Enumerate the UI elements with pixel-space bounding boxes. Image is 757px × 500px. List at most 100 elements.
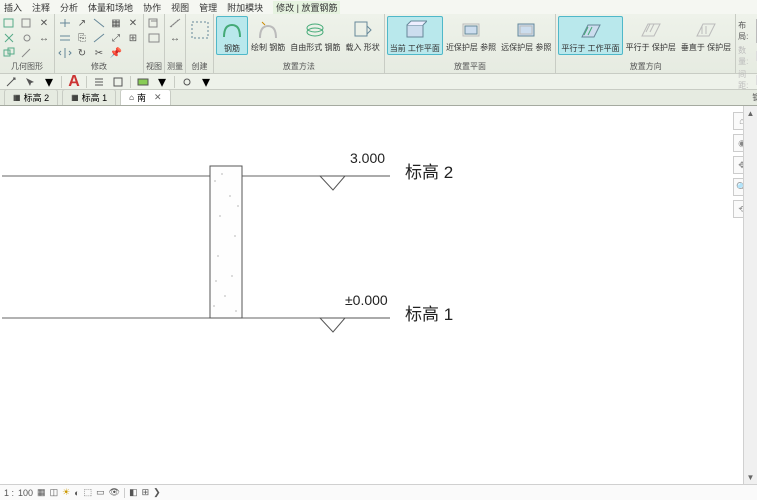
scale-tool-icon[interactable]: ⤢ xyxy=(108,31,124,45)
tab-level1[interactable]: ▦ 标高 1 xyxy=(62,89,116,105)
menu-view[interactable]: 视图 xyxy=(171,1,189,14)
level2-elevation: 3.000 xyxy=(350,150,385,166)
demolish-button[interactable]: ✕ xyxy=(36,16,52,30)
crop-region-icon[interactable]: ▭ xyxy=(96,487,105,498)
move-tool-icon[interactable]: ↗ xyxy=(74,16,90,30)
section-icon[interactable] xyxy=(146,31,162,45)
trim-tool-icon[interactable] xyxy=(91,16,107,30)
panel-place-orient: 平行于 工作平面 平行于 保护层 垂直于 保护层 放置方向 xyxy=(556,14,736,73)
tab-level2[interactable]: ▦ 标高 2 xyxy=(4,89,58,105)
menu-analyze[interactable]: 分析 xyxy=(60,1,78,14)
split-face-button[interactable] xyxy=(19,31,35,45)
level1-name[interactable]: 标高 1 xyxy=(405,300,453,325)
opt-isolate-icon[interactable]: ▾ xyxy=(198,75,214,89)
mirror-tool-icon[interactable] xyxy=(57,46,73,60)
detail-level-icon[interactable]: ▦ xyxy=(37,487,46,498)
scroll-track[interactable] xyxy=(744,120,757,470)
status-bar: 1 : 100 ▦ ◫ ☀ ◐ ⬚ ▭ 👁 ◧ ⊞ ❯ xyxy=(0,484,757,500)
drawing-canvas[interactable]: 3.000 标高 2 ±0.000 标高 1 ⌂ ◉ ✥ 🔍 ⟲ xyxy=(0,106,757,500)
panel-title-place-method: 放置方法 xyxy=(283,60,315,73)
freeform-rebar-icon xyxy=(302,17,328,43)
sketch-rebar-button[interactable]: 绘制 钢筋 xyxy=(249,16,287,53)
reveal-icon[interactable]: ◧ xyxy=(129,487,138,498)
constraints-icon[interactable]: ⊞ xyxy=(142,487,150,498)
rotate-tool-icon[interactable]: ↻ xyxy=(74,46,90,60)
view-3d-icon[interactable] xyxy=(146,16,162,30)
menu-manage[interactable]: 管理 xyxy=(199,1,217,14)
opt-select-icon[interactable] xyxy=(22,75,38,89)
opt-deactivate-icon[interactable]: ▾ xyxy=(154,75,170,89)
group-tool-icon[interactable]: ⊞ xyxy=(125,31,141,45)
menu-bar: 插入 注释 分析 体量和场地 协作 视图 管理 附加模块 修改 | 放置钢筋 xyxy=(0,0,757,14)
join-button[interactable] xyxy=(2,46,18,60)
pin-tool-icon[interactable]: 📌 xyxy=(108,46,124,60)
scale-value[interactable]: 100 xyxy=(18,488,33,498)
array-tool-icon[interactable]: ▦ xyxy=(108,16,124,30)
freeform-rebar-button[interactable]: 自由形式 钢筋 xyxy=(288,16,342,53)
panel-place-plane: 当前 工作平面 近保护层 参照 远保护层 参照 放置平面 xyxy=(385,14,557,73)
opt-text-icon[interactable]: A xyxy=(66,75,82,89)
opt-grid-icon[interactable] xyxy=(110,75,126,89)
offset-tool-icon[interactable] xyxy=(57,31,73,45)
perp-cover-button[interactable]: 垂直于 保护层 xyxy=(679,16,733,53)
opt-filter-icon[interactable]: ▾ xyxy=(41,75,57,89)
dimension-icon[interactable]: ↔ xyxy=(167,31,183,45)
level2-name[interactable]: 标高 2 xyxy=(405,158,453,183)
rebar-button[interactable]: 钢筋 xyxy=(216,16,248,55)
parallel-cover-button[interactable]: 平行于 保护层 xyxy=(624,16,678,53)
paint-button[interactable] xyxy=(19,46,35,60)
parallel-workplane-icon xyxy=(578,18,604,44)
load-shape-button[interactable]: 载入 形状 xyxy=(343,16,381,53)
far-cover-icon xyxy=(513,17,539,43)
delete-tool-icon[interactable]: ✕ xyxy=(125,16,141,30)
menu-modify[interactable]: 修改 | 放置钢筋 xyxy=(273,1,340,14)
opt-align-icon[interactable] xyxy=(91,75,107,89)
scale-prefix: 1 : xyxy=(4,488,14,498)
current-workplane-icon xyxy=(402,18,428,44)
tab-label: 标高 2 xyxy=(24,91,50,104)
near-cover-icon xyxy=(458,17,484,43)
opt-hide-icon[interactable] xyxy=(179,75,195,89)
cut-button[interactable] xyxy=(2,31,18,45)
crop-icon[interactable]: ⬚ xyxy=(84,487,93,498)
panel-title-place-orient: 放置方向 xyxy=(630,60,662,73)
panel-measure: ↔ 测量 xyxy=(165,14,186,73)
align-button[interactable]: ↔ xyxy=(36,31,52,45)
close-icon[interactable]: ✕ xyxy=(154,92,162,103)
menu-collab[interactable]: 协作 xyxy=(143,1,161,14)
sun-path-icon[interactable]: ☀ xyxy=(62,487,70,498)
menu-massing[interactable]: 体量和场地 xyxy=(88,1,133,14)
parallel-cover-icon xyxy=(638,17,664,43)
elevation-icon: ⌂ xyxy=(129,93,134,102)
ribbon: ✕ ↔ 几何图形 ↗ ⎘ ↻ ✂ ▦ xyxy=(0,14,757,74)
visual-style-icon[interactable]: ◫ xyxy=(50,487,59,498)
cope-button[interactable] xyxy=(19,16,35,30)
far-cover-button[interactable]: 远保护层 参照 xyxy=(499,16,553,53)
cut-profile-button[interactable] xyxy=(2,16,18,30)
tab-label: 标高 1 xyxy=(82,91,108,104)
scroll-down-icon[interactable]: ▼ xyxy=(744,470,757,484)
tab-south[interactable]: ⌂ 南 ✕ xyxy=(120,89,170,105)
menu-addins[interactable]: 附加模块 xyxy=(227,1,263,14)
level1-elevation: ±0.000 xyxy=(345,292,388,308)
menu-annotate[interactable]: 注释 xyxy=(32,1,50,14)
parallel-workplane-button[interactable]: 平行于 工作平面 xyxy=(558,16,622,55)
align-tool-icon[interactable] xyxy=(57,16,73,30)
hide-isolate-icon[interactable]: 👁 xyxy=(109,487,120,498)
create-button[interactable] xyxy=(185,16,215,44)
split-tool-icon[interactable]: ✂ xyxy=(91,46,107,60)
spacing-label: 间距: xyxy=(738,69,754,91)
extend-tool-icon[interactable] xyxy=(91,31,107,45)
menu-insert[interactable]: 插入 xyxy=(4,1,22,14)
shadows-icon[interactable]: ◐ xyxy=(74,488,79,498)
rebar-icon xyxy=(219,18,245,44)
opt-activate-icon[interactable] xyxy=(135,75,151,89)
current-workplane-button[interactable]: 当前 工作平面 xyxy=(387,16,443,55)
scroll-up-icon[interactable]: ▲ xyxy=(744,106,757,120)
copy-tool-icon[interactable]: ⎘ xyxy=(74,31,90,45)
chevron-right-icon[interactable]: ❯ xyxy=(153,487,161,498)
measure-icon[interactable] xyxy=(167,16,183,30)
near-cover-button[interactable]: 近保护层 参照 xyxy=(444,16,498,53)
opt-modify-icon[interactable] xyxy=(3,75,19,89)
vertical-scrollbar[interactable]: ▲ ▼ xyxy=(743,106,757,484)
